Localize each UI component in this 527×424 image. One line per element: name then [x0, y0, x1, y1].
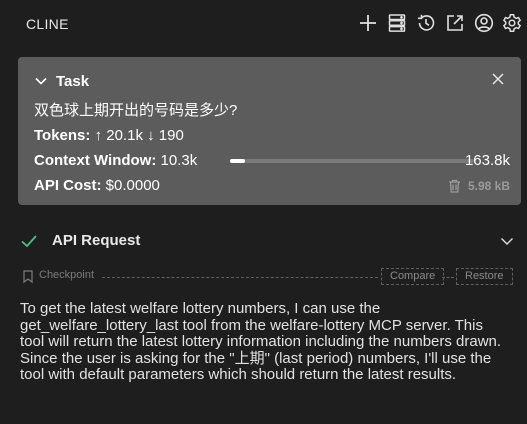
- bookmark-icon: [22, 270, 34, 283]
- tokens-row: Tokens: ↑ 20.1k ↓ 190: [34, 127, 184, 144]
- gear-icon[interactable]: [501, 12, 523, 34]
- tokens-label: Tokens:: [34, 127, 91, 144]
- checkpoint-label: Checkpoint: [39, 269, 95, 281]
- tokens-in: 20.1k: [106, 127, 143, 144]
- size-value: 5.98 kB: [467, 179, 510, 193]
- api-request-row[interactable]: API Request: [20, 230, 520, 252]
- app-title: CLINE: [26, 16, 69, 32]
- assistant-message: To get the latest welfare lottery number…: [20, 300, 502, 384]
- context-progress-fill: [230, 159, 246, 163]
- history-icon[interactable]: [415, 12, 437, 34]
- api-cost-row: API Cost: $0.0000 5.98 kB: [34, 177, 510, 194]
- cost-value: $0.0000: [105, 177, 160, 194]
- context-label: Context Window:: [34, 152, 157, 169]
- context-used: 10.3k: [160, 152, 198, 169]
- close-icon[interactable]: [491, 72, 505, 86]
- task-question: 双色球上期开出的号码是多少?: [34, 102, 238, 119]
- checkpoint-divider: [102, 277, 378, 278]
- plus-icon[interactable]: [357, 12, 379, 34]
- arrow-down-icon: ↓: [147, 127, 155, 144]
- trash-icon[interactable]: [448, 179, 461, 193]
- checkpoint-divider: [442, 277, 454, 278]
- tokens-out: 190: [158, 127, 184, 144]
- account-icon[interactable]: [473, 12, 495, 34]
- compare-button[interactable]: Compare: [381, 268, 445, 285]
- context-progress-bar: [230, 159, 474, 163]
- chevron-down-icon: [35, 77, 47, 85]
- task-card: Task 双色球上期开出的号码是多少? Tokens: ↑ 20.1k ↓ 19…: [18, 57, 521, 205]
- cost-label: API Cost:: [34, 177, 102, 194]
- context-total: 163.8k: [464, 152, 510, 169]
- header: CLINE: [0, 0, 527, 46]
- api-request-label: API Request: [52, 232, 141, 249]
- arrow-up-icon: ↑: [94, 127, 103, 144]
- checkpoint-row: Checkpoint Compare Restore: [22, 268, 513, 286]
- task-size: 5.98 kB: [448, 179, 510, 193]
- checkmark-icon: [20, 232, 38, 250]
- server-icon[interactable]: [386, 12, 408, 34]
- restore-button[interactable]: Restore: [456, 268, 513, 285]
- chevron-down-icon[interactable]: [500, 234, 514, 248]
- task-toggle[interactable]: Task: [34, 71, 89, 91]
- popout-icon[interactable]: [444, 12, 466, 34]
- task-label: Task: [56, 72, 90, 90]
